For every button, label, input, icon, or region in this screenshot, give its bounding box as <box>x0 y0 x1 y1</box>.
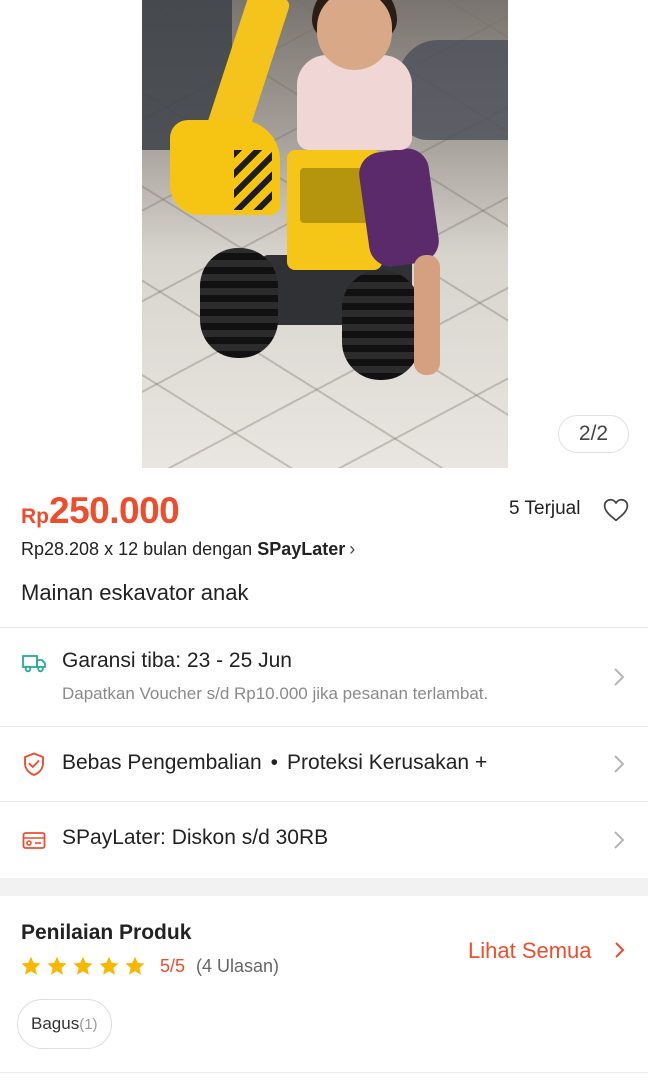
sold-count: 5 Terjual <box>509 498 581 519</box>
rating-score: 5/5 <box>160 956 186 976</box>
product-gallery[interactable]: 2/2 <box>0 0 648 470</box>
chevron-right-icon <box>614 831 625 849</box>
shield-icon <box>24 752 44 776</box>
chip-count: (1) <box>79 1015 98 1033</box>
divider <box>0 627 648 628</box>
price-amount: 250.000 <box>49 490 180 531</box>
reviews-title: Penilaian Produk <box>21 921 192 944</box>
free-returns-label: Bebas Pengembalian <box>62 751 262 774</box>
chevron-right-icon <box>615 942 625 958</box>
star-icon <box>99 956 119 975</box>
star-icon <box>125 956 145 975</box>
heart-icon[interactable] <box>603 498 629 522</box>
divider <box>0 726 648 727</box>
star-icon <box>73 956 93 975</box>
installment-text: Rp28.208 x 12 bulan dengan <box>21 539 258 559</box>
damage-protection-label: Proteksi Kerusakan + <box>287 751 488 774</box>
excavator-wheel <box>200 248 278 358</box>
product-title: Mainan eskavator anak <box>21 580 249 605</box>
see-all-label: Lihat Semua <box>468 938 592 963</box>
divider <box>0 1072 648 1073</box>
review-count: (4 Ulasan) <box>196 956 280 976</box>
price-currency: Rp <box>21 505 49 528</box>
spaylater-discount: SPayLater: Diskon s/d 30RB <box>62 826 329 849</box>
section-gap <box>0 878 648 896</box>
chevron-right-icon <box>614 755 625 773</box>
installment-brand: SPayLater <box>257 539 346 559</box>
price: Rp 250.000 <box>21 490 180 532</box>
chip-label: Bagus <box>31 1014 80 1033</box>
excavator-wheel <box>342 270 420 380</box>
child-foot <box>414 255 440 375</box>
star-rating <box>20 955 146 977</box>
excavator-stripes <box>234 150 272 210</box>
star-icon <box>21 956 41 975</box>
guarantee-title: Garansi tiba: 23 - 25 Jun <box>62 649 292 672</box>
installment-info[interactable]: Rp28.208 x 12 bulan dengan SPayLater › <box>21 539 355 560</box>
separator-dot: • <box>270 751 279 774</box>
divider <box>0 801 648 802</box>
protection-text: Bebas Pengembalian • Proteksi Kerusakan + <box>62 751 487 775</box>
image-page-counter: 2/2 <box>558 415 629 453</box>
review-filter-chip[interactable]: Bagus (1) <box>17 999 112 1049</box>
star-icon <box>47 956 67 975</box>
product-photo[interactable] <box>142 0 508 468</box>
truck-icon <box>22 655 46 673</box>
chevron-right-icon <box>614 668 625 686</box>
guarantee-subtitle: Dapatkan Voucher s/d Rp10.000 jika pesan… <box>62 684 489 703</box>
chevron-right-icon: › <box>349 539 356 559</box>
voucher-icon <box>22 832 46 849</box>
background-car <box>398 40 508 140</box>
